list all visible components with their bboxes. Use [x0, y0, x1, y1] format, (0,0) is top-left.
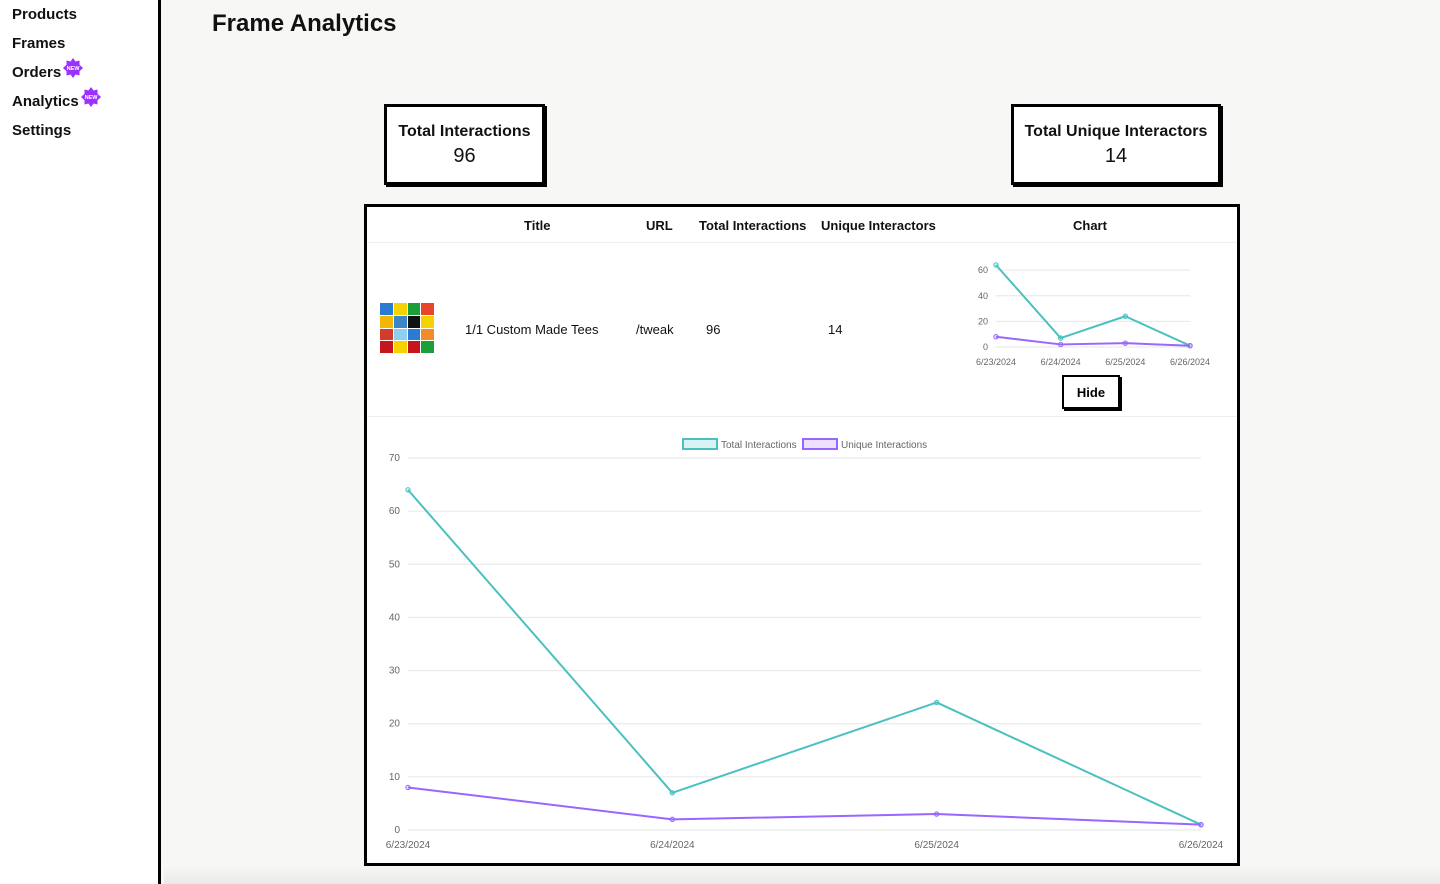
row-unique-interactors: 14 — [828, 322, 843, 337]
row-divider — [367, 416, 1237, 417]
y-tick-label: 50 — [389, 559, 401, 570]
series-line — [995, 264, 1191, 347]
y-tick-label: 70 — [389, 453, 401, 464]
sidebar-item-label: Orders — [12, 64, 62, 81]
stat-value: 96 — [453, 145, 476, 167]
stat-label: Total Unique Interactors — [1024, 123, 1208, 140]
data-point — [405, 784, 411, 791]
column-header-url: URL — [646, 218, 673, 233]
data-point — [1122, 313, 1129, 319]
data-point — [1198, 821, 1204, 828]
sidebar-item-analytics[interactable]: Analytics NEW — [12, 87, 101, 110]
column-header-total-interactions: Total Interactions — [699, 218, 807, 233]
column-header-unique-interactors: Unique Interactors — [821, 218, 936, 233]
sidebar: Products Frames Orders NEW Analytics NEW… — [0, 0, 161, 884]
sidebar-item-label: Frames — [12, 35, 66, 52]
y-tick-label: 40 — [389, 612, 401, 623]
hide-chart-button[interactable]: Hide — [1062, 375, 1120, 409]
y-tick-label: 40 — [978, 291, 988, 301]
legend-swatch — [802, 438, 838, 450]
stat-label: Total Interactions — [398, 123, 531, 140]
legend-label: Unique Interactions — [841, 440, 927, 451]
frames-table: Title URL Total Interactions Unique Inte… — [364, 204, 1240, 866]
unique-interactors-card: Total Unique Interactors 14 — [1011, 104, 1221, 185]
badge-label: NEW — [67, 66, 81, 72]
data-point — [933, 699, 940, 706]
sidebar-item-label: Products — [12, 6, 78, 23]
new-badge-icon: NEW — [63, 58, 84, 78]
sidebar-item-frames[interactable]: Frames — [12, 35, 65, 52]
data-point — [1187, 343, 1193, 349]
header-divider — [367, 242, 1237, 243]
y-tick-label: 60 — [389, 506, 401, 517]
badge-label: NEW — [84, 95, 98, 101]
new-badge-icon: NEW — [80, 87, 101, 107]
sidebar-item-label: Settings — [12, 122, 72, 139]
page-title: Frame Analytics — [212, 10, 397, 37]
column-header-chart: Chart — [1073, 218, 1107, 233]
y-tick-label: 10 — [389, 772, 401, 783]
y-tick-label: 20 — [389, 719, 401, 730]
series-line — [407, 489, 1202, 826]
data-point — [993, 334, 999, 340]
series-line — [995, 335, 1191, 347]
sidebar-item-settings[interactable]: Settings — [12, 122, 71, 139]
row-url[interactable]: /tweak — [636, 322, 674, 337]
data-point — [1057, 341, 1064, 348]
y-tick-label: 0 — [394, 825, 400, 836]
data-point — [669, 790, 676, 796]
y-tick-label: 20 — [978, 316, 988, 326]
data-point — [993, 262, 999, 268]
series-line — [407, 786, 1202, 826]
x-tick-label: 6/23/2024 — [386, 840, 431, 851]
data-point — [1122, 340, 1129, 346]
x-tick-label: 6/24/2024 — [1041, 357, 1081, 367]
x-tick-label: 6/25/2024 — [914, 840, 959, 851]
x-tick-label: 6/26/2024 — [1170, 357, 1210, 367]
x-tick-label: 6/24/2024 — [650, 840, 695, 851]
row-total-interactions: 96 — [706, 322, 721, 337]
sidebar-item-products[interactable]: Products — [12, 6, 77, 23]
x-tick-label: 6/26/2024 — [1179, 840, 1224, 851]
total-interactions-card: Total Interactions 96 — [384, 104, 545, 185]
sidebar-item-orders[interactable]: Orders NEW — [12, 58, 84, 81]
data-point — [405, 487, 411, 493]
y-tick-label: 60 — [978, 265, 988, 275]
sidebar-item-label: Analytics — [12, 93, 79, 110]
column-header-title: Title — [524, 218, 551, 233]
x-tick-label: 6/23/2024 — [976, 357, 1016, 367]
data-point — [1057, 335, 1064, 341]
stat-value: 14 — [1104, 145, 1128, 167]
legend-label: Total Interactions — [721, 440, 797, 451]
y-tick-label: 0 — [983, 342, 988, 352]
y-tick-label: 30 — [389, 666, 401, 677]
data-point — [669, 816, 676, 823]
mini-line-chart: 0 20 40 60 6/23/2024 6/24/2024 6/25/2024 6/26/2… — [976, 262, 1210, 367]
row-title: 1/1 Custom Made Tees — [465, 322, 599, 337]
x-tick-label: 6/25/2024 — [1105, 357, 1145, 367]
data-point — [933, 811, 940, 817]
expanded-line-chart: Total Interactions Unique Interactions 0 10… — [386, 438, 1224, 851]
legend-swatch — [682, 438, 718, 450]
frame-thumbnail — [380, 303, 434, 353]
